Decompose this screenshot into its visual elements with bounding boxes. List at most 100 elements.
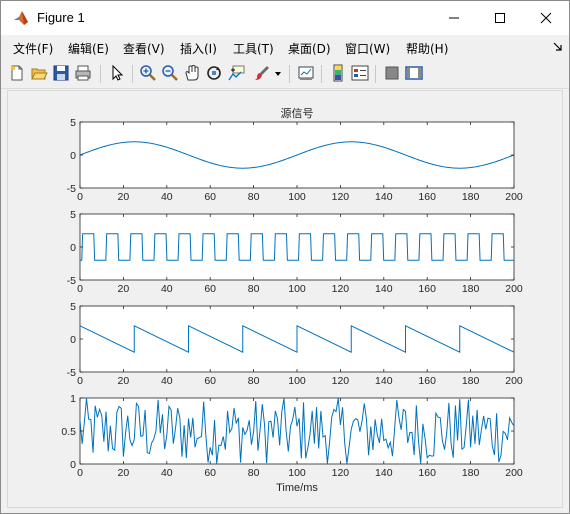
window-title: Figure 1 (37, 10, 85, 25)
x-tick-label: 140 (375, 283, 393, 295)
y-tick-label: 0 (70, 334, 76, 346)
y-tick-label: 0 (70, 459, 76, 471)
y-tick-label: -5 (67, 183, 76, 195)
x-tick-label: 0 (77, 283, 83, 295)
x-tick-label: 100 (288, 191, 306, 203)
x-tick-label: 160 (418, 375, 436, 387)
subplot-1: 0 20 40 60 80 100 120 140 160 180 200-505源信号 (67, 106, 523, 203)
x-tick-label: 20 (118, 191, 130, 203)
minimize-button[interactable] (431, 1, 477, 35)
x-tick-label: 20 (118, 467, 130, 479)
x-tick-label: 40 (161, 283, 173, 295)
x-tick-label: 100 (288, 375, 306, 387)
pan-icon[interactable] (183, 64, 201, 82)
menu-help[interactable]: 帮助(H) (406, 40, 448, 57)
x-tick-label: 140 (375, 191, 393, 203)
y-tick-label: 0 (70, 150, 76, 162)
x-tick-label: 180 (462, 375, 480, 387)
x-tick-label: 60 (204, 467, 216, 479)
x-tick-label: 160 (418, 283, 436, 295)
y-tick-label: 5 (70, 301, 76, 313)
print-icon[interactable] (74, 64, 92, 82)
x-tick-label: 20 (118, 375, 130, 387)
menu-bar: 文件(F) 编辑(E) 查看(V) 插入(I) 工具(T) 桌面(D) 窗口(W… (1, 35, 569, 59)
x-tick-label: 0 (77, 467, 83, 479)
y-tick-label: 0 (70, 242, 76, 254)
x-tick-label: 160 (418, 467, 436, 479)
x-tick-label: 40 (161, 467, 173, 479)
x-axis-label: Time/ms (276, 482, 318, 494)
y-tick-label: 5 (70, 117, 76, 129)
menu-file[interactable]: 文件(F) (13, 40, 53, 57)
y-tick-label: -5 (67, 275, 76, 287)
x-tick-label: 200 (505, 375, 523, 387)
open-file-icon[interactable] (30, 64, 48, 82)
menu-edit[interactable]: 编辑(E) (68, 40, 109, 57)
title-bar[interactable]: Figure 1 (1, 1, 569, 35)
x-tick-label: 180 (462, 467, 480, 479)
x-tick-label: 40 (161, 375, 173, 387)
close-icon (540, 12, 552, 24)
subplot-3: 0 20 40 60 80 100 120 140 160 180 200-505 (67, 301, 523, 387)
x-tick-label: 180 (462, 283, 480, 295)
minimize-icon (449, 17, 459, 19)
zoom-out-icon[interactable] (161, 64, 179, 82)
x-tick-label: 60 (204, 375, 216, 387)
x-tick-label: 60 (204, 191, 216, 203)
menu-insert[interactable]: 插入(I) (180, 40, 217, 57)
new-figure-icon[interactable] (8, 64, 26, 82)
pointer-icon[interactable] (108, 64, 126, 82)
x-tick-label: 140 (375, 467, 393, 479)
y-tick-label: 0.5 (61, 426, 76, 438)
maximize-icon (495, 13, 505, 23)
x-tick-label: 80 (248, 375, 260, 387)
link-plot-icon[interactable] (297, 64, 315, 82)
figure-window: Figure 1 文件(F) 编辑(E) 查看(V) 插入(I) 工具(T) 桌… (0, 0, 570, 514)
x-tick-label: 200 (505, 467, 523, 479)
menu-desktop[interactable]: 桌面(D) (288, 40, 331, 57)
figure-canvas: 0 20 40 60 80 100 120 140 160 180 200 -5 0 5 源信号 0 20 40 6… (7, 90, 563, 508)
close-button[interactable] (523, 1, 569, 35)
show-plot-tools-icon[interactable] (405, 64, 423, 82)
x-tick-label: 120 (332, 283, 350, 295)
y-tick-label: 5 (70, 209, 76, 221)
x-tick-label: 80 (248, 467, 260, 479)
data-cursor-icon[interactable] (227, 64, 245, 82)
save-icon[interactable] (52, 64, 70, 82)
x-tick-label: 40 (161, 191, 173, 203)
x-tick-label: 180 (462, 191, 480, 203)
legend-icon[interactable] (351, 64, 369, 82)
x-tick-label: 60 (204, 283, 216, 295)
brush-icon[interactable] (253, 64, 271, 82)
x-tick-label: 100 (288, 467, 306, 479)
y-tick-label: 1 (70, 393, 76, 405)
matlab-icon (13, 10, 29, 26)
menu-tools[interactable]: 工具(T) (233, 40, 274, 57)
figure-toolbar (1, 60, 569, 89)
subplot-2: 0 20 40 60 80 100 120 140 160 180 200-505 (67, 209, 523, 295)
x-tick-label: 80 (248, 283, 260, 295)
subplot-title: 源信号 (281, 106, 314, 120)
x-tick-label: 200 (505, 283, 523, 295)
x-tick-label: 120 (332, 467, 350, 479)
menu-window[interactable]: 窗口(W) (345, 40, 390, 57)
maximize-button[interactable] (477, 1, 523, 35)
hide-plot-tools-icon[interactable] (383, 64, 401, 82)
menu-view[interactable]: 查看(V) (123, 40, 165, 57)
x-tick-label: 160 (418, 191, 436, 203)
subplot-4: 0 20 40 60 80 100 120 140 160 180 200 0 0.5 1 Time/ms (61, 393, 523, 494)
x-tick-label: 0 (77, 375, 83, 387)
y-tick-label: -5 (67, 367, 76, 379)
x-tick-label: 120 (332, 191, 350, 203)
axes-box (79, 213, 515, 281)
rotate-3d-icon[interactable] (205, 64, 223, 82)
x-tick-label: 0 (77, 191, 83, 203)
x-tick-label: 140 (375, 375, 393, 387)
x-tick-label: 100 (288, 283, 306, 295)
plots-area: 0 20 40 60 80 100 120 140 160 180 200-505源信号0 20 40 6… (61, 106, 523, 494)
brush-dropdown-icon[interactable] (273, 64, 283, 82)
dock-arrow-icon[interactable] (553, 41, 563, 55)
colorbar-icon[interactable] (329, 64, 347, 82)
zoom-in-icon[interactable] (139, 64, 157, 82)
x-tick-label: 120 (332, 375, 350, 387)
